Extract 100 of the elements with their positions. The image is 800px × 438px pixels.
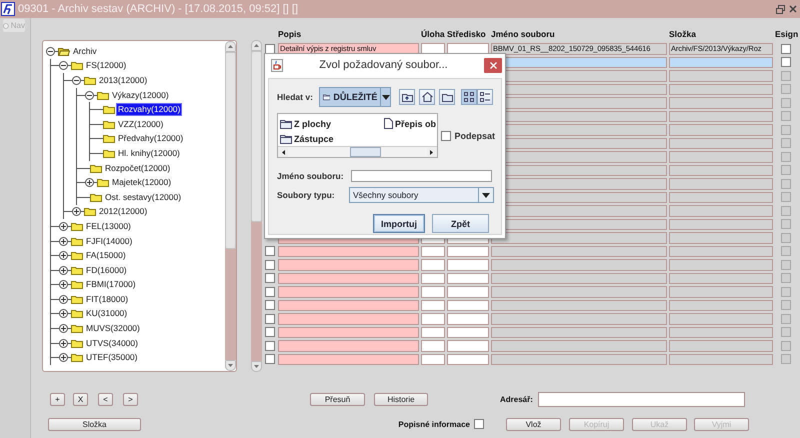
tree-item[interactable]: Hl. knihy(12000) xyxy=(117,148,181,159)
look-in-dropdown[interactable]: DŮLEŽITÉ xyxy=(319,87,391,107)
column-header: Esign xyxy=(775,29,797,39)
restore-icon[interactable] xyxy=(776,4,785,14)
tree-item[interactable]: Rozpočet(12000) xyxy=(104,162,172,174)
expand-toggle[interactable] xyxy=(59,309,68,318)
details-view-button[interactable] xyxy=(477,89,493,105)
horizontal-scrollbar[interactable] xyxy=(278,146,437,157)
table-cell xyxy=(421,300,445,311)
expand-toggle[interactable] xyxy=(59,266,68,275)
row-checkbox[interactable] xyxy=(265,246,275,256)
tree-item[interactable]: VZZ(12000) xyxy=(117,118,164,130)
new-folder-button[interactable] xyxy=(439,89,455,105)
sign-checkbox[interactable] xyxy=(441,130,452,140)
expand-toggle[interactable] xyxy=(85,178,94,188)
tree-item[interactable]: 2012(12000) xyxy=(98,206,148,218)
folder-icon xyxy=(103,105,115,114)
tree-item[interactable]: Ost. sestavy(12000) xyxy=(104,192,182,203)
tree-button[interactable]: X xyxy=(73,392,88,406)
expand-toggle[interactable] xyxy=(59,222,68,231)
tree-button[interactable]: < xyxy=(98,392,113,406)
row-checkbox[interactable] xyxy=(265,260,275,270)
expand-toggle[interactable] xyxy=(59,294,68,304)
row-checkbox[interactable] xyxy=(265,273,275,284)
folder-icon xyxy=(71,338,83,348)
scrollbar-thumb[interactable] xyxy=(251,51,262,222)
tree-button[interactable]: > xyxy=(123,392,138,406)
tree-item[interactable]: Archiv xyxy=(72,46,98,57)
row-checkbox[interactable] xyxy=(265,340,275,351)
address-field[interactable] xyxy=(538,392,745,406)
row-checkbox[interactable] xyxy=(265,286,275,297)
row-checkbox[interactable] xyxy=(265,300,275,310)
right-arrow-icon xyxy=(430,150,434,154)
scrollbar-thumb[interactable] xyxy=(225,52,236,250)
tree-item[interactable]: Rozvahy(12000) xyxy=(117,104,182,116)
history-button[interactable]: Historie xyxy=(374,392,428,406)
column-header: Jméno souboru xyxy=(491,29,556,39)
folder-icon xyxy=(97,178,109,188)
tree-item[interactable]: Výkazy(12000) xyxy=(111,90,170,101)
row-checkbox[interactable] xyxy=(265,44,275,54)
row-checkbox[interactable] xyxy=(265,314,275,324)
tree-item[interactable]: 2013(12000) xyxy=(98,74,148,86)
tree-button[interactable]: + xyxy=(50,392,65,406)
expand-toggle[interactable] xyxy=(59,338,68,348)
file-list-item[interactable]: Z plochy xyxy=(280,116,384,131)
up-one-level-button[interactable] xyxy=(399,89,415,105)
scroll-down-button[interactable] xyxy=(251,361,262,372)
file-list[interactable]: Z plochy Zástupce Přepis ob xyxy=(277,113,438,158)
expand-toggle[interactable] xyxy=(59,236,68,246)
tree-item[interactable]: MUVS(32000) xyxy=(85,323,141,334)
collapse-toggle[interactable] xyxy=(72,76,81,85)
expand-toggle[interactable] xyxy=(59,280,68,290)
description-checkbox[interactable] xyxy=(474,419,484,429)
row-checkbox[interactable] xyxy=(265,354,275,364)
tree-item[interactable]: FEL(13000) xyxy=(85,220,132,232)
tree-item[interactable]: FA(15000) xyxy=(85,250,127,262)
scroll-up-button[interactable] xyxy=(225,41,236,52)
folder-button[interactable]: Složka xyxy=(48,418,141,430)
folder-icon xyxy=(71,266,83,275)
expand-toggle[interactable] xyxy=(59,353,68,362)
move-button[interactable]: Přesuň xyxy=(310,392,365,406)
expand-toggle[interactable] xyxy=(59,251,68,260)
file-name-field[interactable] xyxy=(351,170,492,182)
back-button[interactable]: Zpět xyxy=(432,214,489,233)
scroll-down-button[interactable] xyxy=(225,360,236,371)
esign-checkbox[interactable] xyxy=(781,44,791,54)
action-button[interactable]: Vlož xyxy=(506,418,561,430)
folder-icon xyxy=(71,324,83,334)
tree-item[interactable]: Majetek(12000) xyxy=(111,177,172,188)
dialog-title: Zvol požadovaný soubor... xyxy=(318,59,449,71)
close-icon[interactable] xyxy=(789,5,797,13)
expand-toggle[interactable] xyxy=(72,207,81,216)
column-header: Složka xyxy=(669,29,697,39)
tree-item[interactable]: UTEF(35000) xyxy=(85,352,138,364)
file-list-item[interactable]: Přepis ob xyxy=(384,116,437,131)
import-button[interactable]: Importuj xyxy=(373,214,425,233)
list-view-button[interactable] xyxy=(461,89,477,105)
esign-checkbox[interactable] xyxy=(781,57,791,68)
folder-icon xyxy=(71,251,83,260)
row-checkbox[interactable] xyxy=(265,327,275,338)
tree-item[interactable]: FD(16000) xyxy=(85,264,128,276)
file-type-dropdown[interactable]: Všechny soubory xyxy=(349,187,494,203)
tree-item[interactable]: FS(12000) xyxy=(85,60,128,72)
collapse-toggle[interactable] xyxy=(85,90,94,100)
tree-item[interactable]: Předvahy(12000) xyxy=(117,133,184,144)
tree-item[interactable]: FJFI(14000) xyxy=(85,236,134,247)
expand-toggle[interactable] xyxy=(59,324,68,334)
tree-item[interactable]: UTVS(34000) xyxy=(85,338,139,349)
folder-icon xyxy=(103,148,115,158)
file-list-item[interactable]: Zástupce xyxy=(280,131,384,146)
collapse-toggle[interactable] xyxy=(59,61,68,70)
list-view-icon xyxy=(464,92,474,102)
collapse-toggle[interactable] xyxy=(46,46,55,56)
close-button[interactable] xyxy=(484,58,502,72)
scroll-up-button[interactable] xyxy=(251,40,262,51)
tree-item[interactable]: FIT(18000) xyxy=(85,294,130,305)
table-cell xyxy=(447,272,489,284)
tree-item[interactable]: KU(31000) xyxy=(85,308,128,320)
tree-item[interactable]: FBMI(17000) xyxy=(85,279,137,290)
home-button[interactable] xyxy=(419,89,435,105)
